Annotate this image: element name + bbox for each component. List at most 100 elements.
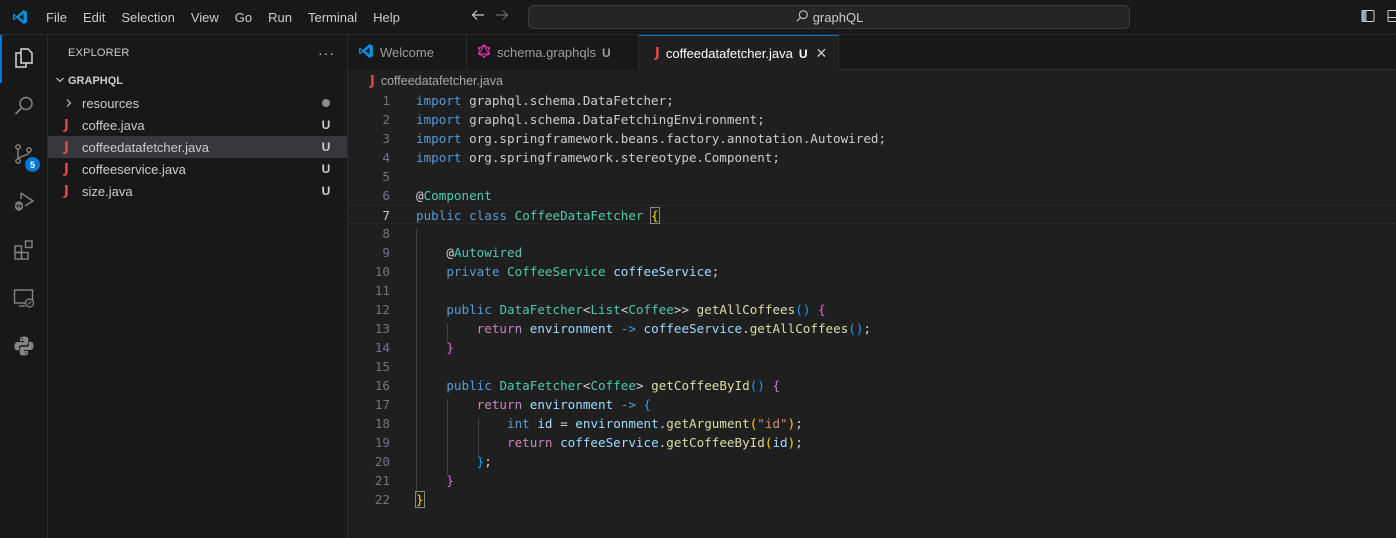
code-text: import graphql.schema.DataFetcher; [416,93,674,108]
close-icon[interactable]: ✕ [815,45,827,62]
tree-item-label: coffeeservice.java [82,161,186,177]
run-debug-icon [12,190,36,217]
workspace-root-label: GRAPHQL [68,75,123,87]
tree-item-label: coffeedatafetcher.java [82,139,209,155]
code-text: import graphql.schema.DataFetchingEnviro… [416,112,765,127]
menu-run[interactable]: Run [260,0,300,35]
line-number: 15 [374,359,390,374]
search-icon [12,94,36,121]
code-line[interactable]: 21 } [348,471,1396,490]
line-number: 16 [374,378,390,393]
code-line[interactable]: 1 import graphql.schema.DataFetcher; [348,91,1396,110]
chevron-down-icon [52,75,68,88]
tab-label: schema.graphqls [497,45,596,60]
tree-item-label: coffee.java [82,117,145,133]
code-line[interactable]: 12 public DataFetcher<List<Coffee>> getA… [348,300,1396,319]
line-number: 5 [382,169,390,184]
code-line[interactable]: 19 return coffeeService.getCoffeeById(id… [348,433,1396,452]
line-number: 1 [382,93,390,108]
menu-file[interactable]: File [38,0,75,35]
search-text: graphQL [812,9,864,25]
toggle-panel-icon[interactable] [1386,8,1396,27]
breadcrumb-file[interactable]: coffeedatafetcher.java [381,74,503,88]
chevron-right-icon [64,98,82,108]
menu-help[interactable]: Help [365,0,408,35]
code-text: int id = environment.getArgument("id"); [507,416,803,431]
line-number: 10 [374,264,390,279]
untracked-status: U [321,184,331,198]
code-line[interactable]: 2 import graphql.schema.DataFetchingEnvir… [348,110,1396,129]
java-icon: J [64,183,69,199]
code-text: return environment -> coffeeService.getA… [476,321,872,336]
tree-item-coffeedatafetcher-java[interactable]: J coffeedatafetcher.java U [48,136,347,158]
code-line[interactable]: 22} [348,490,1396,509]
menu-bar: File Edit Selection View Go Run Terminal… [38,0,408,35]
tree-item-size-java[interactable]: J size.java U [48,180,347,202]
line-number: 7 [382,208,390,223]
tree-item-label: resources [82,95,140,111]
activity-run-debug[interactable] [0,179,48,227]
code-line[interactable]: 14 } [348,338,1396,357]
arrow-left-icon[interactable] [470,7,486,28]
code-editor[interactable]: 1 import graphql.schema.DataFetcher; 2 impo… [348,91,1396,538]
tree-item-resources[interactable]: resources [48,92,347,114]
code-line[interactable]: 17 return environment -> { [348,395,1396,414]
code-line[interactable]: 7 public class CoffeeDataFetcher { [348,205,1396,224]
activity-extensions[interactable] [0,227,48,275]
command-center-search[interactable]: graphQL [528,5,1130,29]
toggle-primary-sidebar-icon[interactable] [1360,8,1376,27]
tree-item-coffeeservice-java[interactable]: J coffeeservice.java U [48,158,347,180]
untracked-status: U [321,118,331,132]
code-text: } [415,491,425,508]
line-number: 8 [382,226,390,241]
code-line[interactable]: 8 [348,224,1396,243]
code-line[interactable]: 18 int id = environment.getArgument("id"… [348,414,1396,433]
code-line[interactable]: 20 }; [348,452,1396,471]
untracked-status: U [321,162,331,176]
menu-edit[interactable]: Edit [75,0,113,35]
activity-explorer[interactable] [0,35,48,83]
code-line[interactable]: 3 import org.springframework.beans.factor… [348,129,1396,148]
code-text: @Component [416,188,492,203]
search-icon [795,9,809,26]
activity-python[interactable] [0,323,48,371]
code-line[interactable]: 6 @Component [348,186,1396,205]
code-text: import org.springframework.beans.factory… [416,131,887,146]
line-number: 12 [374,302,390,317]
code-line[interactable]: 15 [348,357,1396,376]
line-number: 4 [382,150,390,165]
line-number: 2 [382,112,390,127]
tab-label: coffeedatafetcher.java [665,46,793,61]
code-line[interactable]: 4 import org.springframework.stereotype.C… [348,148,1396,167]
line-number: 19 [374,435,390,450]
arrow-right-icon[interactable] [494,7,510,28]
extensions-icon [12,238,36,265]
activity-source-control[interactable]: 5 [0,131,48,179]
code-text: } [446,340,454,355]
editor-tabs: Welcome schema.graphqls U J coffeedatafe… [348,35,1396,71]
code-line[interactable]: 10 private CoffeeService coffeeService; [348,262,1396,281]
java-icon: J [370,73,375,89]
menu-view[interactable]: View [183,0,227,35]
tab-coffeedatafetcher-java[interactable]: J coffeedatafetcher.java U ✕ [639,35,839,71]
menu-go[interactable]: Go [227,0,260,35]
tab-label: Welcome [380,45,434,60]
code-line[interactable]: 16 public DataFetcher<Coffee> getCoffeeB… [348,376,1396,395]
activity-search[interactable] [0,83,48,131]
code-line[interactable]: 11 [348,281,1396,300]
menu-terminal[interactable]: Terminal [300,0,365,35]
code-line[interactable]: 9 @Autowired [348,243,1396,262]
navigation-arrows [470,0,510,35]
code-line[interactable]: 5 [348,167,1396,186]
workspace-root[interactable]: GRAPHQL [48,70,347,92]
tree-item-label: size.java [82,183,133,199]
code-line[interactable]: 13 return environment -> coffeeService.g… [348,319,1396,338]
code-text: public DataFetcher<Coffee> getCoffeeById… [446,378,781,393]
tab-welcome[interactable]: Welcome [348,35,467,70]
tree-item-coffee-java[interactable]: J coffee.java U [48,114,347,136]
tab-schema-graphqls[interactable]: schema.graphqls U [467,35,639,70]
menu-selection[interactable]: Selection [113,0,182,35]
more-actions-icon[interactable]: ··· [318,45,335,61]
line-number: 9 [382,245,390,260]
activity-remote-explorer[interactable] [0,275,48,323]
